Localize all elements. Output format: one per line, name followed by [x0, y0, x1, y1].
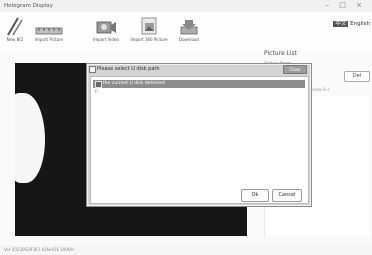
import-video-button[interactable]: Import Video [88, 15, 124, 49]
dialog-body: the current U disk detected F: Ok Cancel [90, 76, 309, 204]
window-title: Hologram Display [4, 3, 53, 9]
ruler-icon [35, 27, 63, 35]
video-icon [96, 21, 116, 34]
status-text: Ver 20230628 BCI 416x416 100Ver [4, 247, 75, 252]
window-controls[interactable]: – □ × [326, 1, 366, 9]
import-video-label: Import Video [93, 37, 119, 42]
drive-item-label: the current U disk detected [103, 81, 165, 86]
app-window: Hologram Display – □ × New BCI Import Pi… [0, 0, 372, 255]
download-label: Download [179, 37, 199, 42]
select-udisk-dialog: Please select U disk path Close the curr… [86, 63, 312, 207]
import-picture-button[interactable]: Import Picture [29, 15, 69, 49]
download-icon [180, 20, 198, 35]
ok-button[interactable]: Ok [241, 189, 269, 202]
download-button[interactable]: Download [174, 15, 204, 49]
import-360-picture-label: Import 360 Picture [130, 37, 168, 42]
ok-label: Ok [251, 192, 259, 198]
checkbox-icon[interactable] [95, 81, 102, 88]
new-bci-button[interactable]: New BCI [2, 15, 28, 49]
list-item[interactable]: show 8 s [310, 88, 330, 93]
import-360-picture-button[interactable]: Import 360 Picture [125, 15, 173, 49]
language-english[interactable]: English [350, 21, 370, 27]
cancel-button[interactable]: Cancel [272, 189, 302, 202]
status-bar: Ver 20230628 BCI 416x416 100Ver [0, 245, 372, 255]
language-switch[interactable]: 中文 English [333, 19, 370, 27]
drive-list: the current U disk detected F: [93, 80, 305, 180]
panorama-icon [141, 17, 157, 35]
picture-list-title: Picture List [264, 50, 298, 57]
new-bci-label: New BCI [6, 37, 24, 42]
dialog-title: Please select U disk path [97, 66, 160, 72]
language-chinese[interactable]: 中文 [333, 21, 349, 27]
dialog-close-button[interactable]: Close [283, 65, 307, 74]
delete-button[interactable]: Del [344, 71, 370, 82]
preview-image [15, 93, 45, 183]
drive-item-f[interactable]: F: [95, 90, 99, 96]
pen-icon [7, 17, 23, 36]
cancel-label: Cancel [278, 192, 296, 198]
app-icon [89, 66, 96, 73]
delete-label: Del [352, 73, 362, 79]
import-picture-label: Import Picture [34, 37, 64, 42]
toolbar: New BCI Import Picture Import Video Impo… [0, 12, 372, 50]
close-label: Close [289, 67, 301, 72]
drive-item-selected[interactable]: the current U disk detected [93, 80, 305, 88]
